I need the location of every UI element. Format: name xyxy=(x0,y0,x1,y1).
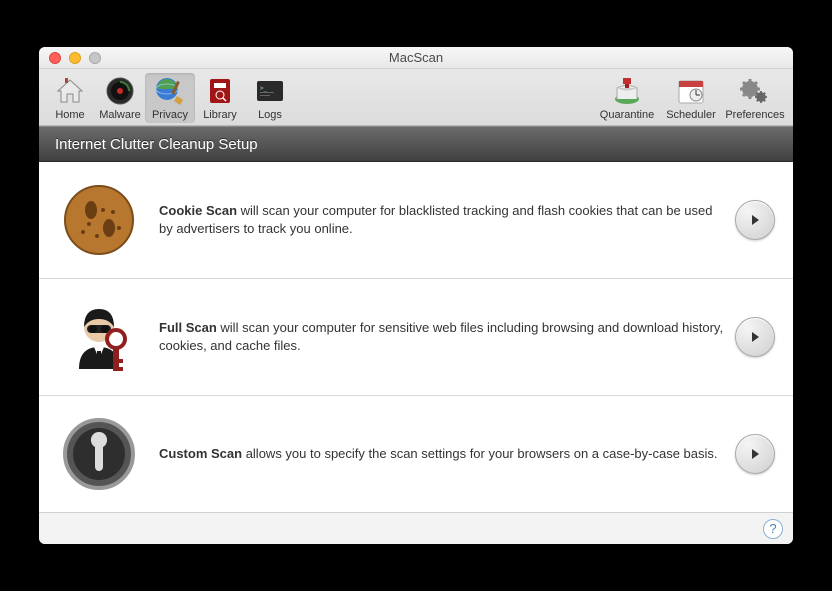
scan-list: Cookie Scan will scan your computer for … xyxy=(39,162,793,512)
scan-custom-desc: allows you to specify the scan settings … xyxy=(242,446,717,461)
toolbar-scheduler-label: Scheduler xyxy=(666,109,716,121)
scan-full-title: Full Scan xyxy=(159,320,217,335)
scan-custom-text: Custom Scan allows you to specify the sc… xyxy=(159,445,725,463)
scan-full-go-button[interactable] xyxy=(735,317,775,357)
toolbar-privacy-label: Privacy xyxy=(152,109,188,121)
toolbar-preferences-label: Preferences xyxy=(725,109,784,121)
footer: ? xyxy=(39,512,793,544)
scan-row-custom: Custom Scan allows you to specify the sc… xyxy=(39,396,793,512)
banner-title: Internet Clutter Cleanup Setup xyxy=(55,136,258,153)
toolbar-scheduler[interactable]: Scheduler xyxy=(659,73,723,123)
scan-custom-go-button[interactable] xyxy=(735,434,775,474)
play-icon xyxy=(748,330,762,344)
gears-icon xyxy=(739,75,771,107)
toolbar-logs-label: Logs xyxy=(258,109,282,121)
scan-row-cookie: Cookie Scan will scan your computer for … xyxy=(39,162,793,279)
scan-cookie-go-button[interactable] xyxy=(735,200,775,240)
toolbar-preferences[interactable]: Preferences xyxy=(723,73,787,123)
calendar-icon xyxy=(675,75,707,107)
toolbar-malware-label: Malware xyxy=(99,109,141,121)
toolbar-left-group: Home Malware Privacy Library xyxy=(45,73,295,123)
zoom-window-button[interactable] xyxy=(89,52,101,64)
close-window-button[interactable] xyxy=(49,52,61,64)
help-button[interactable]: ? xyxy=(763,519,783,539)
agent-key-icon xyxy=(49,297,149,377)
app-window: MacScan Home Malware Privacy xyxy=(39,47,793,544)
play-icon xyxy=(748,447,762,461)
globe-broom-icon xyxy=(154,75,186,107)
quarantine-icon xyxy=(611,75,643,107)
toolbar-quarantine[interactable]: Quarantine xyxy=(595,73,659,123)
play-icon xyxy=(748,213,762,227)
section-banner: Internet Clutter Cleanup Setup xyxy=(39,126,793,162)
scan-cookie-text: Cookie Scan will scan your computer for … xyxy=(159,202,725,238)
cookie-icon xyxy=(49,180,149,260)
help-icon: ? xyxy=(769,521,776,536)
scan-full-text: Full Scan will scan your computer for se… xyxy=(159,319,725,355)
home-icon xyxy=(54,75,86,107)
window-controls xyxy=(39,52,101,64)
toolbar-malware[interactable]: Malware xyxy=(95,73,145,123)
toolbar-home-label: Home xyxy=(55,109,84,121)
wrench-badge-icon xyxy=(49,414,149,494)
minimize-window-button[interactable] xyxy=(69,52,81,64)
toolbar-library[interactable]: Library xyxy=(195,73,245,123)
book-icon xyxy=(204,75,236,107)
svg-text:>_: >_ xyxy=(260,85,268,92)
toolbar-home[interactable]: Home xyxy=(45,73,95,123)
toolbar-right-group: Quarantine Scheduler Preferences xyxy=(595,73,787,123)
radar-icon xyxy=(104,75,136,107)
toolbar-privacy[interactable]: Privacy xyxy=(145,73,195,123)
terminal-icon: >_ xyxy=(254,75,286,107)
scan-cookie-title: Cookie Scan xyxy=(159,203,237,218)
scan-cookie-desc: will scan your computer for blacklisted … xyxy=(159,203,713,236)
titlebar: MacScan xyxy=(39,47,793,69)
scan-full-desc: will scan your computer for sensitive we… xyxy=(159,320,723,353)
window-title: MacScan xyxy=(39,50,793,65)
scan-custom-title: Custom Scan xyxy=(159,446,242,461)
toolbar-logs[interactable]: >_ Logs xyxy=(245,73,295,123)
toolbar-quarantine-label: Quarantine xyxy=(600,109,654,121)
toolbar-library-label: Library xyxy=(203,109,237,121)
toolbar: Home Malware Privacy Library xyxy=(39,69,793,126)
scan-row-full: Full Scan will scan your computer for se… xyxy=(39,279,793,396)
